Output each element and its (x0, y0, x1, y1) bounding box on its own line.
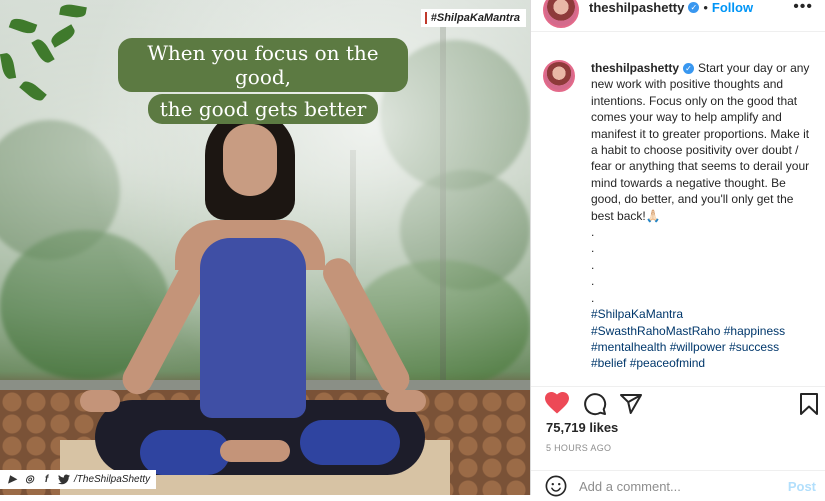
heart-icon[interactable] (545, 392, 569, 419)
follow-button[interactable]: Follow (712, 0, 753, 15)
caption-hashtags: #ShilpaKaMantra #SwasthRahoMastRaho #hap… (591, 306, 816, 372)
bookmark-icon[interactable] (799, 392, 819, 421)
quote-line-2: the good gets better (147, 94, 379, 124)
youtube-icon: ▶ (8, 474, 17, 485)
meditating-woman (80, 110, 440, 495)
action-bar (531, 386, 825, 421)
post-image[interactable]: #ShilpaKaMantra When you focus on the go… (0, 0, 530, 495)
caption-avatar[interactable] (543, 60, 575, 92)
foreground-leaves (0, 0, 100, 110)
quote-line-1: When you focus on the good, (118, 38, 408, 92)
instagram-icon: ◎ (25, 474, 34, 485)
hashtag-tag: #ShilpaKaMantra (420, 9, 526, 27)
separator-dot: • (703, 0, 708, 15)
quote-overlay: When you focus on the good, the good get… (118, 38, 408, 126)
post-header: theshilpashetty ✓ • Follow ••• (531, 0, 825, 32)
hashtag-link[interactable]: #SwasthRahoMastRaho #happiness (591, 323, 816, 339)
comment-bar: Post (531, 470, 825, 501)
social-handle-strip: ▶ ◎ f /TheShilpaShetty (0, 470, 157, 489)
verified-icon: ✓ (688, 2, 700, 13)
caption-scroll-area[interactable]: theshilpashetty ✓ Start your day or any ne… (531, 56, 825, 376)
post-sidebar: theshilpashetty ✓ • Follow ••• theshilpa… (530, 0, 825, 497)
twitter-icon (57, 473, 70, 486)
face (223, 124, 277, 196)
likes-count[interactable]: 75,719 likes (546, 420, 618, 435)
caption-username[interactable]: theshilpashetty (591, 61, 679, 75)
more-icon[interactable]: ••• (793, 0, 813, 16)
verified-icon: ✓ (683, 63, 695, 75)
social-handle: /TheShilpaShetty (74, 474, 151, 485)
blue-tank-top (200, 238, 306, 418)
hashtag-link[interactable]: #mentalhealth #willpower #success (591, 339, 816, 355)
post-timestamp[interactable]: 5 HOURS AGO (546, 443, 611, 453)
hashtag-link[interactable]: #ShilpaKaMantra (591, 306, 816, 322)
caption: theshilpashetty ✓ Start your day or any ne… (591, 60, 816, 372)
instagram-post: #ShilpaKaMantra When you focus on the go… (0, 0, 825, 497)
post-comment-button[interactable]: Post (788, 479, 816, 494)
hashtag-link[interactable]: #belief #peaceofmind (591, 355, 816, 371)
share-icon[interactable] (619, 392, 643, 421)
facebook-icon: f (44, 474, 49, 485)
header-username[interactable]: theshilpashetty (589, 0, 684, 15)
caption-text: Start your day or any new work with posi… (591, 61, 810, 223)
avatar[interactable] (543, 0, 579, 28)
emoji-icon[interactable] (545, 475, 567, 497)
comment-input[interactable] (579, 478, 769, 494)
comment-icon[interactable] (583, 392, 607, 421)
caption-dots: . . . . . (591, 225, 595, 305)
